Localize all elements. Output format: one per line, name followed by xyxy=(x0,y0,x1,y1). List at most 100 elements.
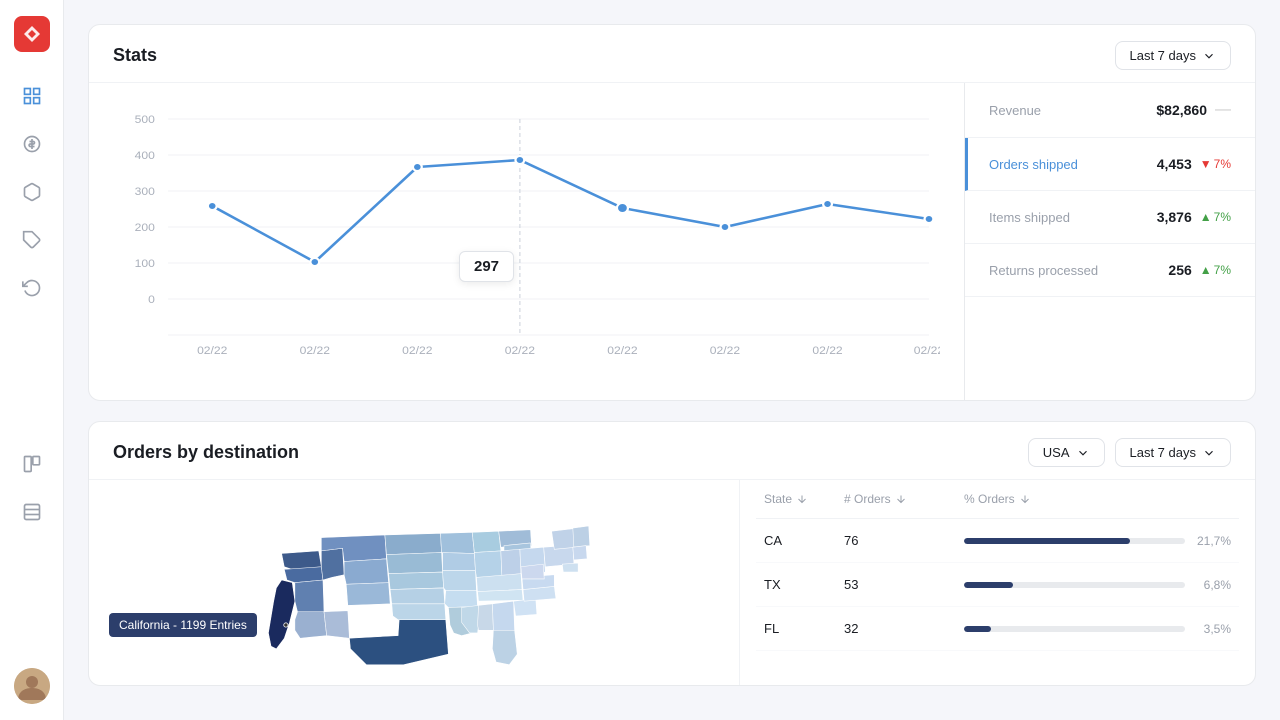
svg-text:0: 0 xyxy=(148,294,155,305)
pct-tx: 6,8% xyxy=(964,578,1231,592)
sidebar-item-panels[interactable] xyxy=(12,444,52,484)
sort-icon[interactable] xyxy=(895,493,907,505)
orders-tx: 53 xyxy=(844,577,964,592)
stats-body: 500 400 300 200 100 0 02/22 02/22 02/22 … xyxy=(89,82,1255,400)
app-logo[interactable] xyxy=(14,16,50,52)
stats-title: Stats xyxy=(113,45,157,66)
stats-filter-label: Last 7 days xyxy=(1130,48,1197,63)
svg-text:02/22: 02/22 xyxy=(812,345,842,356)
svg-text:400: 400 xyxy=(135,150,155,161)
progress-fill-ca xyxy=(964,538,1130,544)
stats-card: Stats Last 7 days xyxy=(88,24,1256,401)
orders-badge: ▼ 7% xyxy=(1200,157,1231,171)
pct-fl: 3,5% xyxy=(964,622,1231,636)
chevron-down-icon xyxy=(1076,446,1090,460)
progress-bg-tx xyxy=(964,582,1185,588)
metric-orders-values: 4,453 ▼ 7% xyxy=(1157,156,1231,172)
svg-text:02/22: 02/22 xyxy=(402,345,432,356)
progress-fill-fl xyxy=(964,626,991,632)
metric-revenue-values: $82,860 — xyxy=(1156,101,1231,119)
metric-returns-values: 256 ▲ 7% xyxy=(1168,262,1231,278)
metric-revenue-label: Revenue xyxy=(989,103,1041,118)
th-orders-label: # Orders xyxy=(844,492,891,506)
metric-items-shipped[interactable]: Items shipped 3,876 ▲ 7% xyxy=(965,191,1255,244)
th-state-label: State xyxy=(764,492,792,506)
dest-body: California - 1199 Entries State # Orders… xyxy=(89,479,1255,685)
metric-returns[interactable]: Returns processed 256 ▲ 7% xyxy=(965,244,1255,297)
metric-orders-shipped[interactable]: Orders shipped 4,453 ▼ 7% xyxy=(965,138,1255,191)
orders-ca: 76 xyxy=(844,533,964,548)
chevron-down-icon xyxy=(1202,446,1216,460)
stats-filter-dropdown[interactable]: Last 7 days xyxy=(1115,41,1232,70)
state-tx: TX xyxy=(764,577,844,592)
svg-text:100: 100 xyxy=(135,258,155,269)
dest-time-dropdown[interactable]: Last 7 days xyxy=(1115,438,1232,467)
svg-text:02/22: 02/22 xyxy=(607,345,637,356)
progress-fill-tx xyxy=(964,582,1013,588)
table-row: CA 76 21,7% xyxy=(756,519,1239,563)
progress-bg-ca xyxy=(964,538,1185,544)
dest-filters: USA Last 7 days xyxy=(1028,438,1231,467)
dest-header: Orders by destination USA Last 7 days xyxy=(89,422,1255,479)
state-fl: FL xyxy=(764,621,844,636)
items-badge: ▲ 7% xyxy=(1200,210,1231,224)
items-change: 7% xyxy=(1214,210,1231,224)
chevron-down-icon xyxy=(1202,49,1216,63)
table-row: TX 53 6,8% xyxy=(756,563,1239,607)
metric-items-label: Items shipped xyxy=(989,210,1070,225)
metric-revenue-value: $82,860 xyxy=(1156,102,1207,118)
avatar[interactable] xyxy=(14,668,50,704)
orders-change: 7% xyxy=(1214,157,1231,171)
metric-items-values: 3,876 ▲ 7% xyxy=(1157,209,1231,225)
map-cursor xyxy=(284,623,288,627)
usa-map xyxy=(99,490,729,670)
dest-time-label: Last 7 days xyxy=(1130,445,1197,460)
sidebar-item-returns[interactable] xyxy=(12,268,52,308)
pct-label-tx: 6,8% xyxy=(1195,578,1231,592)
dest-region-dropdown[interactable]: USA xyxy=(1028,438,1105,467)
svg-text:02/22: 02/22 xyxy=(300,345,330,356)
progress-bg-fl xyxy=(964,626,1185,632)
metric-items-value: 3,876 xyxy=(1157,209,1192,225)
line-chart: 500 400 300 200 100 0 02/22 02/22 02/22 … xyxy=(113,99,940,379)
metric-returns-value: 256 xyxy=(1168,262,1191,278)
returns-change: 7% xyxy=(1214,263,1231,277)
pct-ca: 21,7% xyxy=(964,534,1231,548)
th-state: State xyxy=(764,492,844,506)
orders-table: State # Orders % Orders CA xyxy=(739,480,1255,685)
metric-returns-label: Returns processed xyxy=(989,263,1098,278)
pct-label-fl: 3,5% xyxy=(1195,622,1231,636)
stats-header: Stats Last 7 days xyxy=(89,25,1255,82)
th-pct: % Orders xyxy=(964,492,1231,506)
revenue-dash-icon: — xyxy=(1215,101,1231,119)
orders-by-dest-card: Orders by destination USA Last 7 days xyxy=(88,421,1256,686)
metric-orders-value: 4,453 xyxy=(1157,156,1192,172)
dest-title: Orders by destination xyxy=(113,442,299,463)
svg-text:200: 200 xyxy=(135,222,155,233)
metric-orders-label: Orders shipped xyxy=(989,157,1078,172)
svg-text:02/22: 02/22 xyxy=(505,345,535,356)
svg-text:500: 500 xyxy=(135,114,155,125)
sidebar-item-finance[interactable] xyxy=(12,124,52,164)
sidebar-item-stats[interactable] xyxy=(12,76,52,116)
returns-badge: ▲ 7% xyxy=(1200,263,1231,277)
dest-region-label: USA xyxy=(1043,445,1070,460)
svg-text:02/22: 02/22 xyxy=(914,345,940,356)
th-orders: # Orders xyxy=(844,492,964,506)
sidebar-item-tags[interactable] xyxy=(12,220,52,260)
table-header: State # Orders % Orders xyxy=(756,480,1239,519)
metric-revenue[interactable]: Revenue $82,860 — xyxy=(965,83,1255,138)
chart-area: 500 400 300 200 100 0 02/22 02/22 02/22 … xyxy=(89,83,965,400)
sidebar-item-orders[interactable] xyxy=(12,172,52,212)
sort-icon[interactable] xyxy=(1019,493,1031,505)
th-pct-label: % Orders xyxy=(964,492,1015,506)
sidebar-item-layout[interactable] xyxy=(12,492,52,532)
table-row: FL 32 3,5% xyxy=(756,607,1239,651)
sort-icon[interactable] xyxy=(796,493,808,505)
svg-text:02/22: 02/22 xyxy=(710,345,740,356)
orders-fl: 32 xyxy=(844,621,964,636)
main-content: Stats Last 7 days xyxy=(64,0,1280,720)
metrics-panel: Revenue $82,860 — Orders shipped 4,453 ▼… xyxy=(965,83,1255,400)
map-area: California - 1199 Entries xyxy=(89,480,739,685)
svg-text:300: 300 xyxy=(135,186,155,197)
